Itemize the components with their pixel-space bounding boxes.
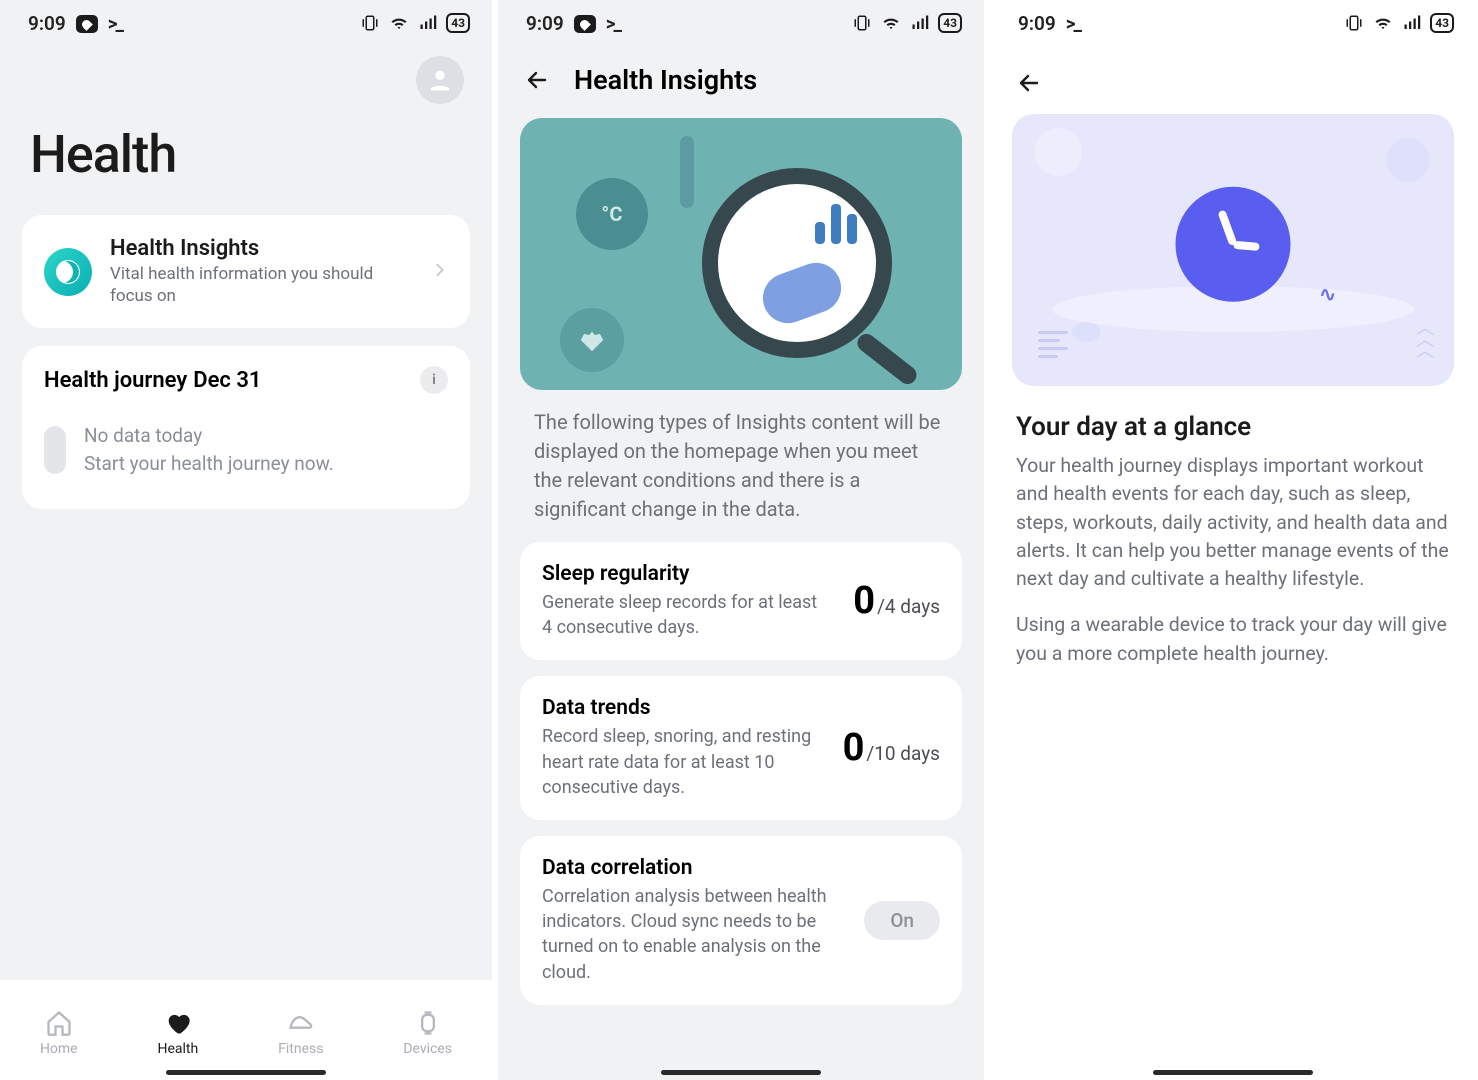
back-button[interactable] [1014, 68, 1044, 98]
status-time: 9:09 [526, 12, 564, 35]
empty-marker-icon [44, 426, 66, 474]
status-time: 9:09 [1018, 12, 1056, 35]
glance-para1: Your health journey displays important w… [990, 452, 1476, 611]
journey-label: Health journey [44, 368, 187, 393]
status-bar: 9:09 >_ 43 [990, 0, 1476, 46]
glance-heading: Your day at a glance [990, 412, 1476, 452]
corr-toggle[interactable]: On [864, 901, 940, 940]
screen-health-insights: 9:09 >_ 43 Health Insights °C The follow… [492, 0, 984, 1080]
corr-title: Data correlation [542, 856, 834, 880]
screen-day-at-glance: 9:09 >_ 43 ∿ ︿︿︿ Your day at a glance Yo… [984, 0, 1476, 1080]
home-icon [45, 1009, 73, 1037]
glance-hero-image: ∿ ︿︿︿ [1012, 114, 1454, 386]
watch-icon [414, 1009, 442, 1037]
profile-avatar[interactable] [416, 56, 464, 104]
page-title: Health Insights [574, 64, 757, 96]
status-time: 9:09 [28, 12, 66, 35]
chevron-right-icon [432, 258, 448, 286]
page-title: Health [0, 104, 492, 215]
vibrate-icon [852, 14, 872, 32]
nav-health[interactable]: Health [158, 1009, 199, 1057]
nav-fitness[interactable]: Fitness [278, 1009, 323, 1057]
screen-health-home: 9:09 >_ 43 Health Health Insights [0, 0, 492, 1080]
battery-icon: 43 [1430, 13, 1454, 33]
status-bar: 9:09 >_ 43 [498, 0, 984, 46]
heart-icon [164, 1009, 192, 1037]
insights-title: Health Insights [110, 235, 414, 263]
shoe-icon [287, 1009, 315, 1037]
wifi-icon [1372, 14, 1394, 32]
insights-intro: The following types of Insights content … [498, 404, 984, 542]
journey-empty-line2: Start your health journey now. [84, 450, 334, 478]
home-indicator[interactable] [166, 1070, 326, 1075]
insights-subtitle: Vital health information you should focu… [110, 263, 414, 309]
battery-icon: 43 [446, 13, 470, 33]
trends-sub: Record sleep, snoring, and resting heart… [542, 724, 813, 800]
insights-eye-icon [44, 248, 92, 296]
home-indicator[interactable] [1153, 1070, 1313, 1075]
bottom-nav: Home Health Fitness Devices [0, 980, 492, 1080]
signal-icon [418, 14, 438, 32]
home-indicator[interactable] [661, 1070, 821, 1075]
nav-home[interactable]: Home [40, 1009, 78, 1057]
terminal-icon: >_ [1066, 12, 1080, 35]
health-journey-card[interactable]: Health journey Dec 31 i No data today St… [22, 346, 470, 509]
person-icon [426, 66, 454, 94]
trends-progress: 0/10 days [843, 726, 940, 770]
terminal-icon: >_ [108, 12, 122, 35]
signal-icon [910, 14, 930, 32]
status-bar: 9:09 >_ 43 [0, 0, 492, 46]
sleep-title: Sleep regularity [542, 562, 823, 586]
trends-title: Data trends [542, 696, 813, 720]
nav-devices[interactable]: Devices [403, 1009, 452, 1057]
back-button[interactable] [522, 65, 552, 95]
data-correlation-card[interactable]: Data correlation Correlation analysis be… [520, 836, 962, 1005]
heart-app-icon [76, 15, 98, 33]
sleep-progress: 0/4 days [853, 579, 940, 623]
vibrate-icon [360, 14, 380, 32]
terminal-icon: >_ [606, 12, 620, 35]
heart-app-icon [574, 15, 596, 33]
info-icon[interactable]: i [420, 366, 448, 394]
data-trends-card[interactable]: Data trends Record sleep, snoring, and r… [520, 676, 962, 820]
corr-sub: Correlation analysis between health indi… [542, 884, 834, 985]
signal-icon [1402, 14, 1422, 32]
arrow-left-icon [1014, 71, 1044, 95]
battery-icon: 43 [938, 13, 962, 33]
sleep-regularity-card[interactable]: Sleep regularity Generate sleep records … [520, 542, 962, 660]
sleep-sub: Generate sleep records for at least 4 co… [542, 590, 823, 640]
arrow-left-icon [522, 68, 552, 92]
wifi-icon [880, 14, 902, 32]
journey-empty-line1: No data today [84, 422, 334, 450]
insights-hero-image: °C [520, 118, 962, 390]
journey-date: Dec 31 [193, 368, 261, 393]
vibrate-icon [1344, 14, 1364, 32]
health-insights-card[interactable]: Health Insights Vital health information… [22, 215, 470, 328]
wifi-icon [388, 14, 410, 32]
glance-para2: Using a wearable device to track your da… [990, 611, 1476, 686]
